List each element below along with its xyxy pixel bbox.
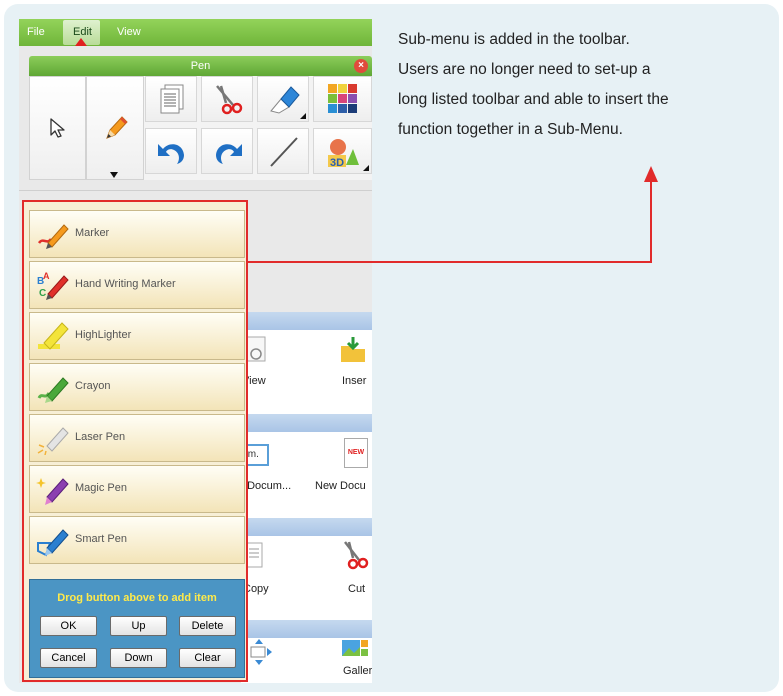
- ribbon-section: Im. NEW t Docum... New Docu: [241, 432, 372, 518]
- import-document-label[interactable]: t Docum...: [241, 480, 291, 492]
- select-tool-button[interactable]: [29, 76, 86, 180]
- pencil-icon: [106, 116, 128, 139]
- description: Sub-menu is added in the toolbar. Users …: [398, 25, 770, 145]
- submenu-label: Laser Pen: [75, 431, 126, 443]
- submenu-label: Magic Pen: [75, 482, 127, 494]
- toolbar-divider: [19, 190, 372, 191]
- smart-pen-icon: [37, 529, 69, 557]
- svg-text:A: A: [43, 271, 50, 281]
- dropdown-corner-icon: [300, 113, 306, 119]
- delete-button[interactable]: Delete: [179, 616, 236, 636]
- crayon-icon: [37, 377, 69, 403]
- magic-pen-icon: [36, 478, 69, 505]
- submenu-item-magic-pen[interactable]: Magic Pen: [29, 465, 245, 513]
- new-badge: NEW: [347, 449, 365, 456]
- laser-pen-icon: [37, 427, 69, 455]
- eraser-icon: [270, 86, 300, 114]
- line-tool-button[interactable]: [257, 128, 309, 174]
- section-header-bar: [239, 414, 372, 432]
- down-button[interactable]: Down: [110, 648, 167, 668]
- 3d-shape-tool-button[interactable]: 3D: [313, 128, 372, 174]
- marker-icon: [37, 224, 69, 249]
- menu-file[interactable]: File: [27, 19, 45, 46]
- menu-bar: File Edit View: [19, 19, 372, 46]
- pen-toolbar-title: Pen: [190, 60, 211, 72]
- gallery-label[interactable]: Galler: [343, 665, 372, 677]
- submenu-label: Hand Writing Marker: [75, 278, 176, 290]
- gallery-icon: [342, 640, 368, 656]
- description-line-1: Sub-menu is added in the toolbar.: [398, 31, 630, 48]
- section-header-bar: [239, 312, 372, 330]
- drop-hint-text: Drog button above to add item: [57, 592, 217, 604]
- new-document-label[interactable]: New Docu: [315, 480, 366, 492]
- highlighter-icon: [38, 322, 69, 350]
- section-header-bar: [239, 518, 372, 536]
- submenu-item-hand-writing-marker[interactable]: B A C Hand Writing Marker: [29, 261, 245, 309]
- cut-label[interactable]: Cut: [348, 583, 365, 595]
- submenu-item-highlighter[interactable]: HighLighter: [29, 312, 245, 360]
- insert-label[interactable]: Inser: [342, 375, 366, 387]
- pen-submenu-panel: Marker B A C Hand Writing Marker HighLig…: [22, 200, 248, 682]
- pen-toolbar-header: Pen ×: [29, 56, 372, 76]
- arrange-icon: [250, 639, 272, 665]
- clear-button[interactable]: Clear: [179, 648, 236, 668]
- cut-tool-button[interactable]: [201, 76, 253, 122]
- color-grid-icon: [328, 84, 357, 113]
- menu-pointer-icon: [75, 38, 87, 46]
- submenu-label: Smart Pen: [75, 533, 127, 545]
- ok-button[interactable]: OK: [40, 616, 97, 636]
- submenu-label: Marker: [75, 227, 110, 239]
- cursor-arrow-icon: [50, 118, 65, 138]
- submenu-item-smart-pen[interactable]: Smart Pen: [29, 516, 245, 564]
- redo-icon: [216, 144, 242, 164]
- submenu-label: HighLighter: [75, 329, 132, 341]
- cancel-button[interactable]: Cancel: [40, 648, 97, 668]
- new-document-icon: NEW: [344, 438, 368, 468]
- submenu-label: Crayon: [75, 380, 111, 392]
- submenu-item-laser-pen[interactable]: Laser Pen: [29, 414, 245, 462]
- svg-text:3D: 3D: [330, 157, 344, 169]
- close-icon[interactable]: ×: [354, 59, 368, 73]
- undo-icon: [158, 144, 184, 164]
- pen-tool-button[interactable]: [86, 76, 144, 180]
- cut-icon: [344, 541, 369, 570]
- up-button[interactable]: Up: [110, 616, 167, 636]
- menu-view[interactable]: View: [117, 19, 141, 46]
- svg-text:C: C: [39, 288, 46, 299]
- drop-target-area[interactable]: Drog button above to add item OK Up Dele…: [29, 579, 245, 678]
- line-icon: [270, 137, 298, 167]
- 3d-shapes-icon: 3D: [328, 139, 359, 169]
- submenu-item-crayon[interactable]: Crayon: [29, 363, 245, 411]
- ribbon-section: Galler: [241, 638, 372, 683]
- submenu-item-marker[interactable]: Marker: [29, 210, 245, 258]
- pen-toolbar: 3D: [29, 76, 372, 180]
- view-document-icon: [246, 336, 266, 362]
- insert-folder-icon: [341, 337, 365, 362]
- description-line-4: function together in a Sub-Menu.: [398, 121, 623, 138]
- copy-pages-icon: [160, 84, 184, 114]
- description-line-2: Users are no longer need to set-up a: [398, 61, 651, 78]
- redo-button[interactable]: [201, 128, 253, 174]
- handwriting-marker-icon: B A C: [37, 271, 69, 300]
- undo-button[interactable]: [145, 128, 197, 174]
- eraser-tool-button[interactable]: [257, 76, 309, 122]
- description-line-3: long listed toolbar and able to insert t…: [398, 91, 669, 108]
- color-tool-button[interactable]: [313, 76, 372, 122]
- dropdown-corner-icon: [363, 165, 369, 171]
- ribbon-section: Copy Cut: [241, 536, 372, 620]
- copy-tool-button[interactable]: [145, 76, 197, 122]
- dropdown-caret-icon: [110, 172, 118, 178]
- scissors-icon: [216, 85, 243, 115]
- section-header-bar: [239, 620, 372, 638]
- ribbon-section: View Inser: [241, 330, 372, 414]
- copy-icon: [245, 542, 263, 568]
